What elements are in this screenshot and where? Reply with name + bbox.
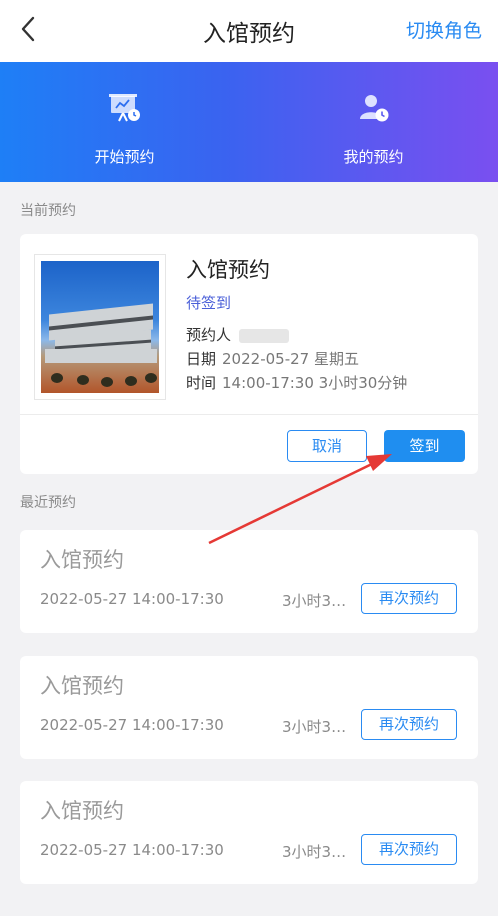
recent-booking-title: 入馆预约	[40, 548, 124, 572]
redacted-name	[239, 328, 290, 343]
time-row: 时间 14:00-17:30 3小时30分钟	[186, 372, 407, 393]
booker-label: 预约人	[186, 326, 232, 344]
rebook-button[interactable]: 再次预约	[361, 834, 457, 865]
my-bookings-label: 我的预约	[343, 148, 404, 166]
current-booking-section-label: 当前预约	[20, 203, 76, 219]
venue-photo	[34, 254, 166, 400]
recent-bookings-section-label: 最近预约	[20, 495, 76, 511]
action-banner: 开始预约 我的预约	[0, 62, 498, 182]
time-value: 14:00-17:30 3小时30分钟	[222, 374, 408, 392]
presentation-clock-icon	[108, 94, 140, 122]
recent-booking-duration: 3小时3…	[282, 843, 347, 861]
switch-role-button[interactable]: 切换角色	[406, 16, 482, 43]
start-booking-label: 开始预约	[94, 148, 155, 166]
recent-booking-time: 2022-05-27 14:00-17:30	[40, 841, 224, 859]
recent-booking-card: 入馆预约 2022-05-27 14:00-17:30 3小时3… 再次预约	[20, 530, 478, 633]
checkin-button[interactable]: 签到	[384, 430, 465, 462]
rebook-button[interactable]: 再次预约	[361, 583, 457, 614]
recent-booking-duration: 3小时3…	[282, 718, 347, 736]
recent-booking-time: 2022-05-27 14:00-17:30	[40, 590, 224, 608]
status-badge: 待签到	[186, 294, 232, 312]
date-value: 2022-05-27 星期五	[222, 350, 359, 368]
recent-booking-title: 入馆预约	[40, 674, 124, 698]
recent-booking-card: 入馆预约 2022-05-27 14:00-17:30 3小时3… 再次预约	[20, 781, 478, 884]
recent-booking-duration: 3小时3…	[282, 592, 347, 610]
person-clock-icon	[359, 95, 388, 122]
top-nav-bar: 入馆预约 切换角色	[0, 0, 498, 62]
current-booking-card: 入馆预约 待签到 预约人 日期 2022-05-27 星期五 时间 14:00-17…	[20, 234, 478, 474]
card-divider	[20, 414, 478, 415]
recent-booking-card: 入馆预约 2022-05-27 14:00-17:30 3小时3… 再次预约	[20, 656, 478, 759]
recent-booking-time: 2022-05-27 14:00-17:30	[40, 716, 224, 734]
my-bookings-button[interactable]: 我的预约	[249, 62, 498, 182]
date-label: 日期	[186, 350, 217, 368]
start-booking-button[interactable]: 开始预约	[0, 62, 249, 182]
date-row: 日期 2022-05-27 星期五	[186, 348, 359, 369]
time-label: 时间	[186, 374, 217, 392]
cancel-button[interactable]: 取消	[287, 430, 367, 462]
current-booking-title: 入馆预约	[186, 258, 270, 282]
recent-booking-title: 入馆预约	[40, 799, 124, 823]
rebook-button[interactable]: 再次预约	[361, 709, 457, 740]
booker-row: 预约人	[186, 324, 290, 345]
